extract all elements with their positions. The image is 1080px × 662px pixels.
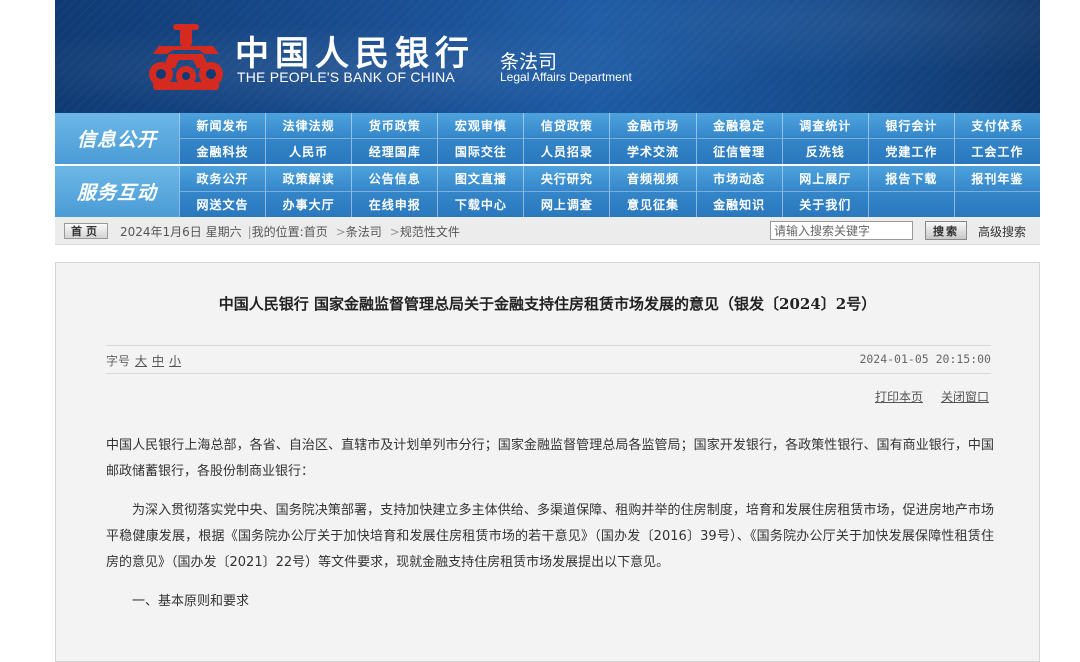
nav-group-title[interactable]: 服务互动	[55, 166, 179, 217]
main-navigation: 信息公开 新闻发布 法律法规 货币政策 宏观审慎 信贷政策 金融市场 金融稳定 …	[55, 113, 1040, 217]
current-date: 2024年1月6日 星期六	[120, 225, 242, 239]
nav-item[interactable]: 网上调查	[523, 191, 610, 217]
search-input[interactable]	[770, 221, 913, 240]
nav-item[interactable]: 支付体系	[953, 113, 1040, 138]
article-container: 中国人民银行 国家金融监督管理总局关于金融支持住房租赁市场发展的意见（银发〔20…	[55, 262, 1040, 662]
font-size-control: 字号大中小	[106, 352, 181, 369]
article-meta: 字号大中小 2024-01-05 20:15:00	[106, 345, 991, 374]
nav-grid: 政务公开 政策解读 公告信息 图文直播 央行研究 音频视频 市场动态 网上展厅 …	[179, 166, 1040, 217]
print-link[interactable]: 打印本页	[875, 390, 923, 404]
nav-item[interactable]: 学术交流	[609, 138, 696, 164]
nav-item[interactable]: 办事大厅	[265, 191, 352, 217]
font-large-link[interactable]: 大	[135, 354, 147, 368]
font-medium-link[interactable]: 中	[152, 354, 164, 368]
paragraph-addressees: 中国人民银行上海总部，各省、自治区、直辖市及计划单列市分行；国家金融监督管理总局…	[106, 438, 994, 479]
nav-item[interactable]: 宏观审慎	[437, 113, 523, 138]
nav-item[interactable]: 报刊年鉴	[953, 166, 1040, 191]
nav-item[interactable]: 关于我们	[781, 191, 868, 217]
nav-item[interactable]: 反洗钱	[781, 138, 868, 164]
nav-item[interactable]: 在线申报	[351, 191, 438, 217]
page-header: 中国人民银行 THE PEOPLE'S BANK OF CHINA 条法司 Le…	[55, 0, 1040, 245]
close-window-link[interactable]: 关闭窗口	[941, 390, 989, 404]
department-name-en: Legal Affairs Department	[500, 70, 632, 84]
nav-item[interactable]: 网上展厅	[781, 166, 868, 191]
pboc-emblem-icon[interactable]	[147, 24, 225, 92]
nav-item[interactable]: 下载中心	[437, 191, 524, 217]
nav-item[interactable]: 银行会计	[867, 113, 954, 138]
nav-item[interactable]: 工会工作	[953, 138, 1040, 164]
article-body: 中国人民银行上海总部，各省、自治区、直辖市及计划单列市分行；国家金融监督管理总局…	[106, 433, 994, 628]
nav-group-service: 服务互动 政务公开 政策解读 公告信息 图文直播 央行研究 音频视频 市场动态 …	[55, 166, 1040, 217]
nav-item[interactable]: 图文直播	[437, 166, 523, 191]
nav-item[interactable]: 国际交往	[437, 138, 524, 164]
bank-name-cn: 中国人民银行	[235, 34, 475, 74]
breadcrumb: 2024年1月6日 星期六 |我的位置:首页 >条法司 >规范性文件	[120, 223, 460, 240]
nav-item[interactable]: 人员招录	[523, 138, 610, 164]
chevron-right-icon: >	[335, 225, 346, 239]
nav-grid: 新闻发布 法律法规 货币政策 宏观审慎 信贷政策 金融市场 金融稳定 调查统计 …	[179, 113, 1040, 164]
nav-item[interactable]: 调查统计	[781, 113, 868, 138]
nav-item[interactable]: 公告信息	[351, 166, 437, 191]
nav-item[interactable]: 市场动态	[695, 166, 782, 191]
nav-item[interactable]: 党建工作	[867, 138, 954, 164]
nav-group-info: 信息公开 新闻发布 法律法规 货币政策 宏观审慎 信贷政策 金融市场 金融稳定 …	[55, 113, 1040, 164]
nav-item-empty	[953, 191, 1040, 217]
article-tools: 打印本页 关闭窗口	[857, 388, 989, 405]
nav-item[interactable]: 金融市场	[609, 113, 695, 138]
nav-item[interactable]: 意见征集	[609, 191, 696, 217]
chevron-right-icon: >	[389, 225, 400, 239]
nav-item[interactable]: 法律法规	[265, 113, 351, 138]
nav-item[interactable]: 音频视频	[609, 166, 695, 191]
font-small-link[interactable]: 小	[169, 354, 181, 368]
bank-name-en: THE PEOPLE'S BANK OF CHINA	[237, 69, 455, 85]
nav-item[interactable]: 金融科技	[179, 138, 266, 164]
site-banner: 中国人民银行 THE PEOPLE'S BANK OF CHINA 条法司 Le…	[55, 0, 1040, 113]
advanced-search-link[interactable]: 高级搜索	[978, 223, 1026, 240]
font-size-label: 字号	[106, 354, 131, 368]
nav-item[interactable]: 经理国库	[351, 138, 438, 164]
nav-item[interactable]: 央行研究	[523, 166, 609, 191]
nav-item[interactable]: 新闻发布	[179, 113, 265, 138]
nav-item[interactable]: 金融知识	[695, 191, 782, 217]
nav-item[interactable]: 信贷政策	[523, 113, 609, 138]
nav-item[interactable]: 政策解读	[265, 166, 351, 191]
nav-group-title[interactable]: 信息公开	[55, 113, 179, 164]
nav-item[interactable]: 政务公开	[179, 166, 265, 191]
nav-item-empty	[867, 191, 954, 217]
breadcrumb-home[interactable]: 我的位置:首页	[252, 225, 328, 239]
nav-item[interactable]: 人民币	[265, 138, 352, 164]
paragraph-intro: 为深入贯彻落实党中央、国务院决策部署，支持加快建立多主体供给、多渠道保障、租购并…	[106, 503, 994, 570]
article-title: 中国人民银行 国家金融监督管理总局关于金融支持住房租赁市场发展的意见（银发〔20…	[218, 295, 877, 313]
info-bar: 首页 2024年1月6日 星期六|我的位置:首页>条法司>规范性文件 搜索 高级…	[55, 217, 1040, 245]
nav-item[interactable]: 货币政策	[351, 113, 437, 138]
breadcrumb-dept[interactable]: 条法司	[346, 225, 382, 239]
nav-item[interactable]: 报告下载	[867, 166, 954, 191]
publish-date: 2024-01-05 20:15:00	[859, 352, 991, 366]
search-button[interactable]: 搜索	[925, 221, 967, 240]
nav-item[interactable]: 征信管理	[695, 138, 782, 164]
breadcrumb-current[interactable]: 规范性文件	[400, 225, 460, 239]
nav-item[interactable]: 网送文告	[179, 191, 266, 217]
home-button[interactable]: 首页	[64, 223, 108, 239]
nav-item[interactable]: 金融稳定	[695, 113, 782, 138]
section-heading: 一、基本原则和要求	[132, 594, 250, 609]
